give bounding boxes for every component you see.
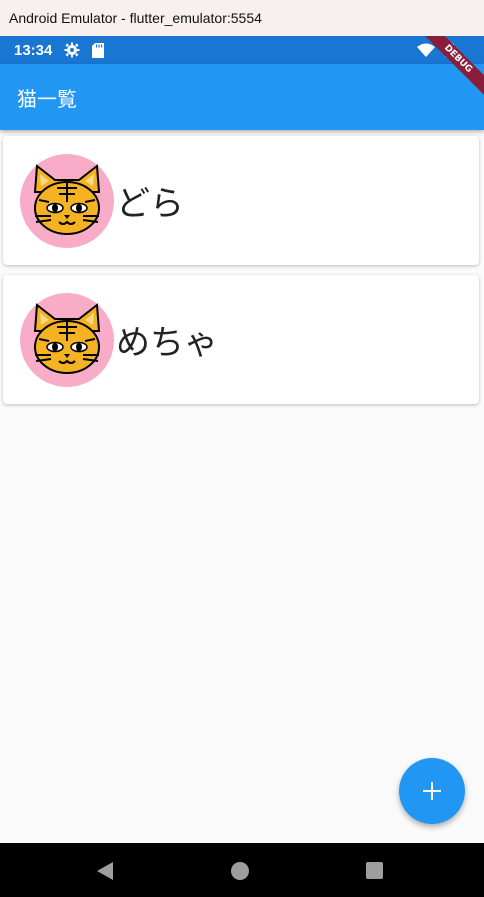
- page-title: 猫一覧: [17, 86, 77, 111]
- avatar: [20, 292, 114, 387]
- system-nav-bar: [0, 843, 484, 897]
- back-icon[interactable]: [96, 861, 114, 885]
- add-cat-button[interactable]: [399, 758, 465, 824]
- debug-banner: DEBUG: [424, 36, 484, 96]
- status-bar: 13:34: [0, 36, 484, 64]
- recents-icon[interactable]: [366, 862, 383, 879]
- debug-label: DEBUG: [424, 36, 484, 96]
- window-title: Android Emulator - flutter_emulator:5554: [9, 10, 262, 26]
- cat-list: どら めちゃ: [3, 136, 479, 414]
- tiger-cat-icon: [33, 302, 101, 374]
- tiger-cat-icon: [33, 163, 101, 235]
- cat-card[interactable]: めちゃ: [3, 275, 479, 404]
- cat-card[interactable]: どら: [3, 136, 479, 265]
- window-title-bar: Android Emulator - flutter_emulator:5554: [0, 0, 484, 36]
- cat-name: めちゃ: [116, 323, 218, 363]
- avatar: [20, 153, 114, 248]
- app-bar: 猫一覧: [0, 64, 484, 130]
- plus-icon: [423, 782, 441, 800]
- sd-card-icon: [92, 42, 105, 58]
- cat-name: どら: [116, 184, 184, 224]
- settings-icon: [64, 42, 80, 58]
- home-icon[interactable]: [231, 862, 249, 880]
- status-time: 13:34: [14, 41, 53, 59]
